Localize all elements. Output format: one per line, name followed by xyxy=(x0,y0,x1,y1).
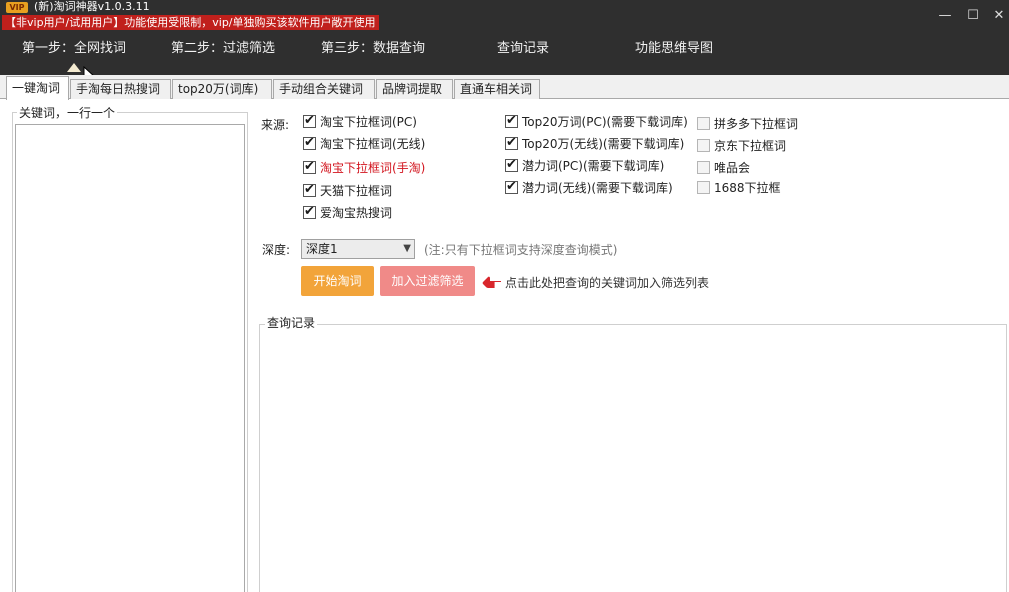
source-tmall-dropdown[interactable]: 天猫下拉框词 xyxy=(303,181,392,199)
checkbox-label: 淘宝下拉框词(无线) xyxy=(320,136,426,151)
checkbox-unchecked[interactable] xyxy=(697,180,710,194)
checkbox-checked[interactable] xyxy=(505,135,518,150)
nav-step1-find-words[interactable]: 第一步：全网找词 xyxy=(22,36,126,62)
tab-daily-hot-search[interactable]: 手淘每日热搜词 xyxy=(70,79,171,99)
nav-step2-filter[interactable]: 第二步：过滤筛选 xyxy=(171,36,275,62)
tab-one-click-search[interactable]: 一键淘词 xyxy=(6,76,69,100)
source-jd-dropdown[interactable]: 京东下拉框词 xyxy=(697,136,786,154)
tab-top20w-library[interactable]: top20万(词库) xyxy=(172,79,272,99)
checkbox-checked[interactable] xyxy=(303,113,316,128)
checkbox-label: 潜力词(无线)(需要下载词库) xyxy=(522,180,673,195)
checkbox-checked[interactable] xyxy=(303,159,316,174)
checkbox-checked[interactable] xyxy=(303,204,316,219)
app-title: (新)淘词神器v1.0.3.11 xyxy=(34,0,150,13)
query-history-label: 查询记录 xyxy=(265,314,318,331)
query-history-panel xyxy=(259,324,1007,592)
source-taobao-dropdown-app[interactable]: 淘宝下拉框词(手淘) xyxy=(303,158,425,176)
depth-label: 深度: xyxy=(262,243,291,257)
depth-select[interactable]: 深度1 ▼ xyxy=(301,239,415,259)
tab-content: 关键词，一行一个 来源: 淘宝下拉框词(PC) 淘宝下拉框词(无线) 淘宝下拉框… xyxy=(0,99,1009,592)
checkbox-unchecked[interactable] xyxy=(697,160,710,174)
maximize-button[interactable]: ☐ xyxy=(965,8,981,24)
add-to-filter-button[interactable]: 加入过滤筛选 xyxy=(380,266,475,296)
checkbox-unchecked[interactable] xyxy=(697,138,710,152)
source-top20w-mobile[interactable]: Top20万(无线)(需要下载词库) xyxy=(505,134,684,152)
checkbox-checked[interactable] xyxy=(505,179,518,194)
source-potential-mobile[interactable]: 潜力词(无线)(需要下载词库) xyxy=(505,178,673,196)
keyword-group-label: 关键词，一行一个 xyxy=(17,104,118,121)
tab-brand-extract[interactable]: 品牌词提取 xyxy=(376,79,453,99)
checkbox-label: 天猫下拉框词 xyxy=(320,183,393,198)
checkbox-label: 淘宝下拉框词(PC) xyxy=(320,114,417,129)
checkbox-label: 1688下拉框 xyxy=(714,180,781,195)
source-1688-dropdown[interactable]: 1688下拉框 xyxy=(697,178,781,196)
step-nav: 第一步：全网找词 第二步：过滤筛选 第三步：数据查询 查询记录 功能思维导图 xyxy=(0,36,1009,62)
source-label: 来源: xyxy=(261,118,290,132)
checkbox-label: Top20万词(PC)(需要下载词库) xyxy=(522,114,688,129)
nav-query-history[interactable]: 查询记录 xyxy=(497,36,549,62)
keyword-input[interactable] xyxy=(15,124,245,592)
source-top20w-pc[interactable]: Top20万词(PC)(需要下载词库) xyxy=(505,112,688,130)
checkbox-label: 拼多多下拉框词 xyxy=(714,116,799,131)
tab-strip: 一键淘词 手淘每日热搜词 top20万(词库) 手动组合关键词 品牌词提取 直通… xyxy=(0,75,1009,100)
close-button[interactable]: ✕ xyxy=(991,8,1007,24)
checkbox-unchecked[interactable] xyxy=(697,116,710,130)
checkbox-label: 爱淘宝热搜词 xyxy=(320,205,393,220)
checkbox-label: 淘宝下拉框词(手淘) xyxy=(320,160,426,175)
checkbox-checked[interactable] xyxy=(303,135,316,150)
source-taobao-dropdown-pc[interactable]: 淘宝下拉框词(PC) xyxy=(303,112,417,130)
source-vipshop[interactable]: 唯品会 xyxy=(697,158,750,176)
vip-badge: VIP xyxy=(6,2,28,13)
depth-note: (注:只有下拉框词支持深度查询模式) xyxy=(424,243,618,257)
pointing-hand-icon xyxy=(482,276,501,288)
nav-mind-map[interactable]: 功能思维导图 xyxy=(635,36,713,62)
minimize-button[interactable]: — xyxy=(937,8,953,24)
source-aitaobao-hot[interactable]: 爱淘宝热搜词 xyxy=(303,203,392,221)
checkbox-label: Top20万(无线)(需要下载词库) xyxy=(522,136,685,151)
active-step-indicator xyxy=(67,63,81,72)
checkbox-checked[interactable] xyxy=(505,157,518,172)
checkbox-label: 唯品会 xyxy=(714,160,751,175)
add-filter-hint: 点击此处把查询的关键词加入筛选列表 xyxy=(505,276,710,290)
vip-notice-banner: 【非vip用户/试用用户】功能使用受限制，vip/单独购买该软件用户敞开使用 xyxy=(2,15,379,30)
start-search-button[interactable]: 开始淘词 xyxy=(301,266,374,296)
checkbox-label: 潜力词(PC)(需要下载词库) xyxy=(522,158,665,173)
tab-ztc-related[interactable]: 直通车相关词 xyxy=(454,79,540,99)
checkbox-label: 京东下拉框词 xyxy=(714,138,787,153)
source-potential-pc[interactable]: 潜力词(PC)(需要下载词库) xyxy=(505,156,664,174)
nav-step3-data-query[interactable]: 第三步：数据查询 xyxy=(321,36,425,62)
title-bar: VIP (新)淘词神器v1.0.3.11 【非vip用户/试用用户】功能使用受限… xyxy=(0,0,1009,86)
checkbox-checked[interactable] xyxy=(505,113,518,128)
checkbox-checked[interactable] xyxy=(303,182,316,197)
chevron-down-icon[interactable]: ▼ xyxy=(403,240,411,258)
source-pinduoduo-dropdown[interactable]: 拼多多下拉框词 xyxy=(697,114,798,132)
depth-select-value: 深度1 xyxy=(306,242,338,256)
source-taobao-dropdown-mobile[interactable]: 淘宝下拉框词(无线) xyxy=(303,134,425,152)
tab-manual-combine[interactable]: 手动组合关键词 xyxy=(273,79,375,99)
